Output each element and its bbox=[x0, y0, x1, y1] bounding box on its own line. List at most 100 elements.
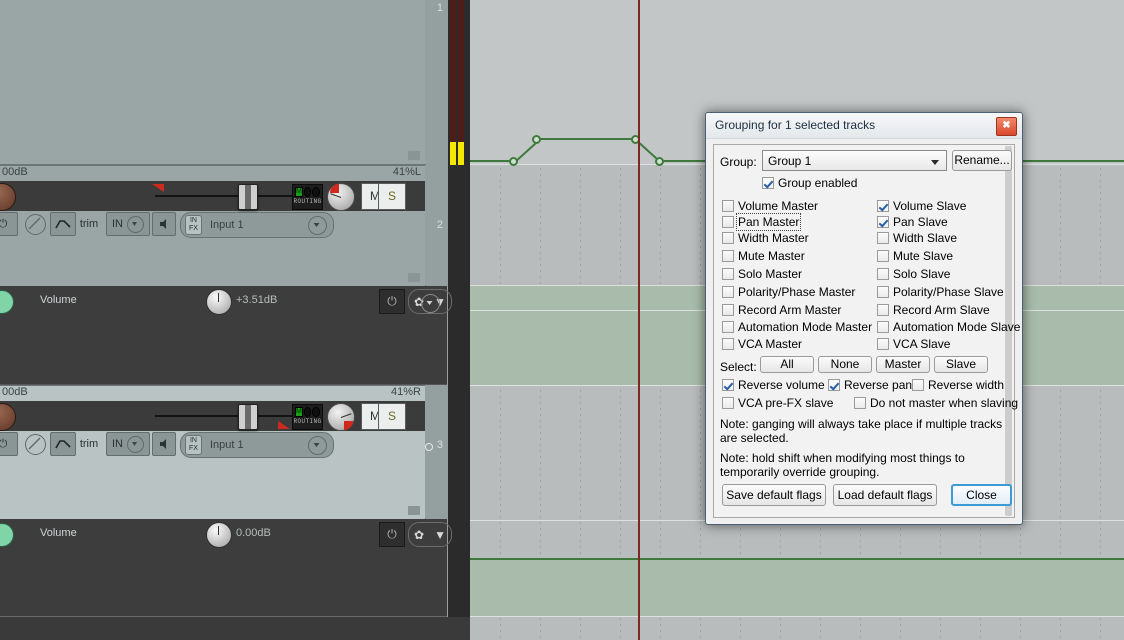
envelope-point[interactable] bbox=[509, 157, 518, 166]
envelope-bypass-button[interactable]: ⏻ bbox=[379, 522, 405, 547]
group-select[interactable]: Group 1 bbox=[762, 150, 947, 171]
track-fader-strip[interactable]: M ROUTING M S bbox=[0, 401, 425, 431]
envelope-button[interactable] bbox=[50, 432, 76, 456]
checkbox-box bbox=[722, 268, 734, 280]
envelope-point[interactable] bbox=[532, 135, 541, 144]
track-meter-column[interactable] bbox=[447, 0, 470, 640]
flag-solo-master[interactable]: Solo Master bbox=[722, 267, 802, 281]
envelope-bypass-button[interactable]: ⏻ bbox=[379, 289, 405, 314]
pan-knob[interactable] bbox=[327, 183, 355, 211]
checkbox-label: Mute Master bbox=[738, 249, 805, 263]
close-icon[interactable]: ✖ bbox=[996, 117, 1017, 136]
record-arm-button[interactable] bbox=[0, 403, 16, 431]
record-arm-button[interactable] bbox=[0, 183, 16, 211]
monitor-button[interactable] bbox=[152, 212, 176, 236]
envelope-button[interactable] bbox=[50, 212, 76, 236]
play-cursor[interactable] bbox=[638, 0, 640, 640]
flag-polarity-slave[interactable]: Polarity/Phase Slave bbox=[877, 285, 1004, 299]
flag-volume-master[interactable]: Volume Master bbox=[722, 199, 818, 213]
routing-led bbox=[303, 187, 312, 197]
dialog-title: Grouping for 1 selected tracks bbox=[715, 118, 876, 132]
gear-icon[interactable]: ✿ bbox=[414, 528, 424, 542]
track-number-label: 2 bbox=[436, 219, 443, 231]
grouping-dialog[interactable]: Grouping for 1 selected tracks ✖ Group: … bbox=[705, 112, 1023, 525]
checkbox-label: Width Master bbox=[738, 231, 809, 245]
checkbox-box bbox=[912, 379, 924, 391]
solo-button[interactable]: S bbox=[378, 403, 406, 430]
select-master-button[interactable]: Master bbox=[876, 356, 930, 373]
flag-record-arm-master[interactable]: Record Arm Master bbox=[722, 303, 841, 317]
track-panel-blank[interactable] bbox=[0, 0, 425, 165]
track-power-button[interactable]: ⏻ bbox=[0, 432, 18, 456]
pan-knob-cap bbox=[330, 184, 339, 193]
dialog-titlebar[interactable]: Grouping for 1 selected tracks ✖ bbox=[706, 113, 1022, 139]
flag-mute-master[interactable]: Mute Master bbox=[722, 249, 805, 263]
load-default-flags-button[interactable]: Load default flags bbox=[833, 484, 937, 506]
envelope-lane-panel-1[interactable]: Volume +3.51dB ⏻ ✿ ▼ bbox=[0, 286, 452, 385]
flag-polarity-master[interactable]: Polarity/Phase Master bbox=[722, 285, 855, 299]
flag-volume-slave[interactable]: Volume Slave bbox=[877, 199, 966, 213]
track-input-selector[interactable]: IN FX Input 1 bbox=[180, 432, 334, 458]
envelope-icon bbox=[55, 220, 71, 229]
group-enabled-checkbox[interactable]: Group enabled bbox=[762, 176, 857, 190]
input-mode-button[interactable]: IN bbox=[106, 432, 150, 456]
flag-width-slave[interactable]: Width Slave bbox=[877, 231, 957, 245]
option-reverse-width[interactable]: Reverse width bbox=[912, 378, 1004, 392]
save-default-flags-button[interactable]: Save default flags bbox=[722, 484, 826, 506]
flag-vca-slave[interactable]: VCA Slave bbox=[877, 337, 950, 351]
solo-button[interactable]: S bbox=[378, 183, 406, 210]
input-mode-label: IN bbox=[112, 438, 123, 450]
chevron-down-icon[interactable] bbox=[308, 435, 327, 455]
track-volume-readout: 00dB bbox=[2, 166, 28, 178]
input-mode-button[interactable]: IN bbox=[106, 212, 150, 236]
phase-invert-button[interactable] bbox=[23, 432, 47, 456]
track-panel-2[interactable]: 00dB 41%L M ROUTING M S ⏻ trim IN IN FX … bbox=[0, 165, 425, 287]
meter-peak-left bbox=[450, 142, 456, 165]
phase-icon bbox=[24, 213, 46, 235]
pan-knob[interactable] bbox=[327, 403, 355, 431]
option-reverse-volume[interactable]: Reverse volume bbox=[722, 378, 825, 392]
envelope-knob[interactable] bbox=[206, 522, 232, 548]
envelope-point[interactable] bbox=[655, 157, 664, 166]
chevron-down-icon[interactable] bbox=[421, 294, 440, 313]
checkbox-box bbox=[877, 200, 889, 212]
flag-automation-mode-slave[interactable]: Automation Mode Slave bbox=[877, 320, 1020, 334]
flag-vca-master[interactable]: VCA Master bbox=[722, 337, 802, 351]
option-vca-prefx-slave[interactable]: VCA pre-FX slave bbox=[722, 396, 833, 410]
flag-width-master[interactable]: Width Master bbox=[722, 231, 809, 245]
option-reverse-pan[interactable]: Reverse pan bbox=[828, 378, 912, 392]
envelope-options-button[interactable]: ✿ ▼ bbox=[408, 522, 452, 547]
chevron-down-icon[interactable] bbox=[931, 160, 939, 165]
rename-button[interactable]: Rename... bbox=[952, 150, 1012, 171]
monitor-button[interactable] bbox=[152, 432, 176, 456]
flag-pan-slave[interactable]: Pan Slave bbox=[877, 215, 948, 229]
routing-button[interactable]: M ROUTING bbox=[292, 404, 323, 430]
envelope-name: Volume bbox=[40, 527, 77, 539]
trim-label: trim bbox=[79, 218, 99, 230]
routing-button[interactable]: M ROUTING bbox=[292, 184, 323, 210]
flag-pan-master[interactable]: Pan Master bbox=[722, 213, 802, 231]
track-panel-3[interactable]: 00dB 41%R M ROUTING M S ⏻ trim IN IN FX … bbox=[0, 385, 425, 520]
envelope-lane-panel-2[interactable]: Volume 0.00dB ⏻ ✿ ▼ bbox=[0, 519, 452, 617]
flag-mute-slave[interactable]: Mute Slave bbox=[877, 249, 953, 263]
select-none-button[interactable]: None bbox=[818, 356, 872, 373]
in-fx-icon[interactable]: IN FX bbox=[185, 435, 202, 455]
chevron-down-icon[interactable] bbox=[308, 215, 327, 235]
track-power-button[interactable]: ⏻ bbox=[0, 212, 18, 236]
phase-invert-button[interactable] bbox=[23, 212, 47, 236]
trim-label: trim bbox=[79, 438, 99, 450]
volume-fader-thumb[interactable] bbox=[238, 184, 258, 210]
option-do-not-master-when-slaving[interactable]: Do not master when slaving bbox=[854, 396, 1018, 410]
select-all-button[interactable]: All bbox=[760, 356, 814, 373]
envelope-knob[interactable] bbox=[206, 289, 232, 315]
flag-automation-mode-master[interactable]: Automation Mode Master bbox=[722, 320, 872, 334]
track-input-selector[interactable]: IN FX Input 1 bbox=[180, 212, 334, 238]
volume-fader-thumb[interactable] bbox=[238, 404, 258, 430]
flag-record-arm-slave[interactable]: Record Arm Slave bbox=[877, 303, 990, 317]
in-fx-icon[interactable]: IN FX bbox=[185, 215, 202, 235]
select-slave-button[interactable]: Slave bbox=[934, 356, 988, 373]
close-button[interactable]: Close bbox=[951, 484, 1012, 506]
track-fader-strip[interactable]: M ROUTING M S bbox=[0, 181, 425, 211]
flag-solo-slave[interactable]: Solo Slave bbox=[877, 267, 950, 281]
chevron-down-icon[interactable]: ▼ bbox=[434, 528, 446, 542]
